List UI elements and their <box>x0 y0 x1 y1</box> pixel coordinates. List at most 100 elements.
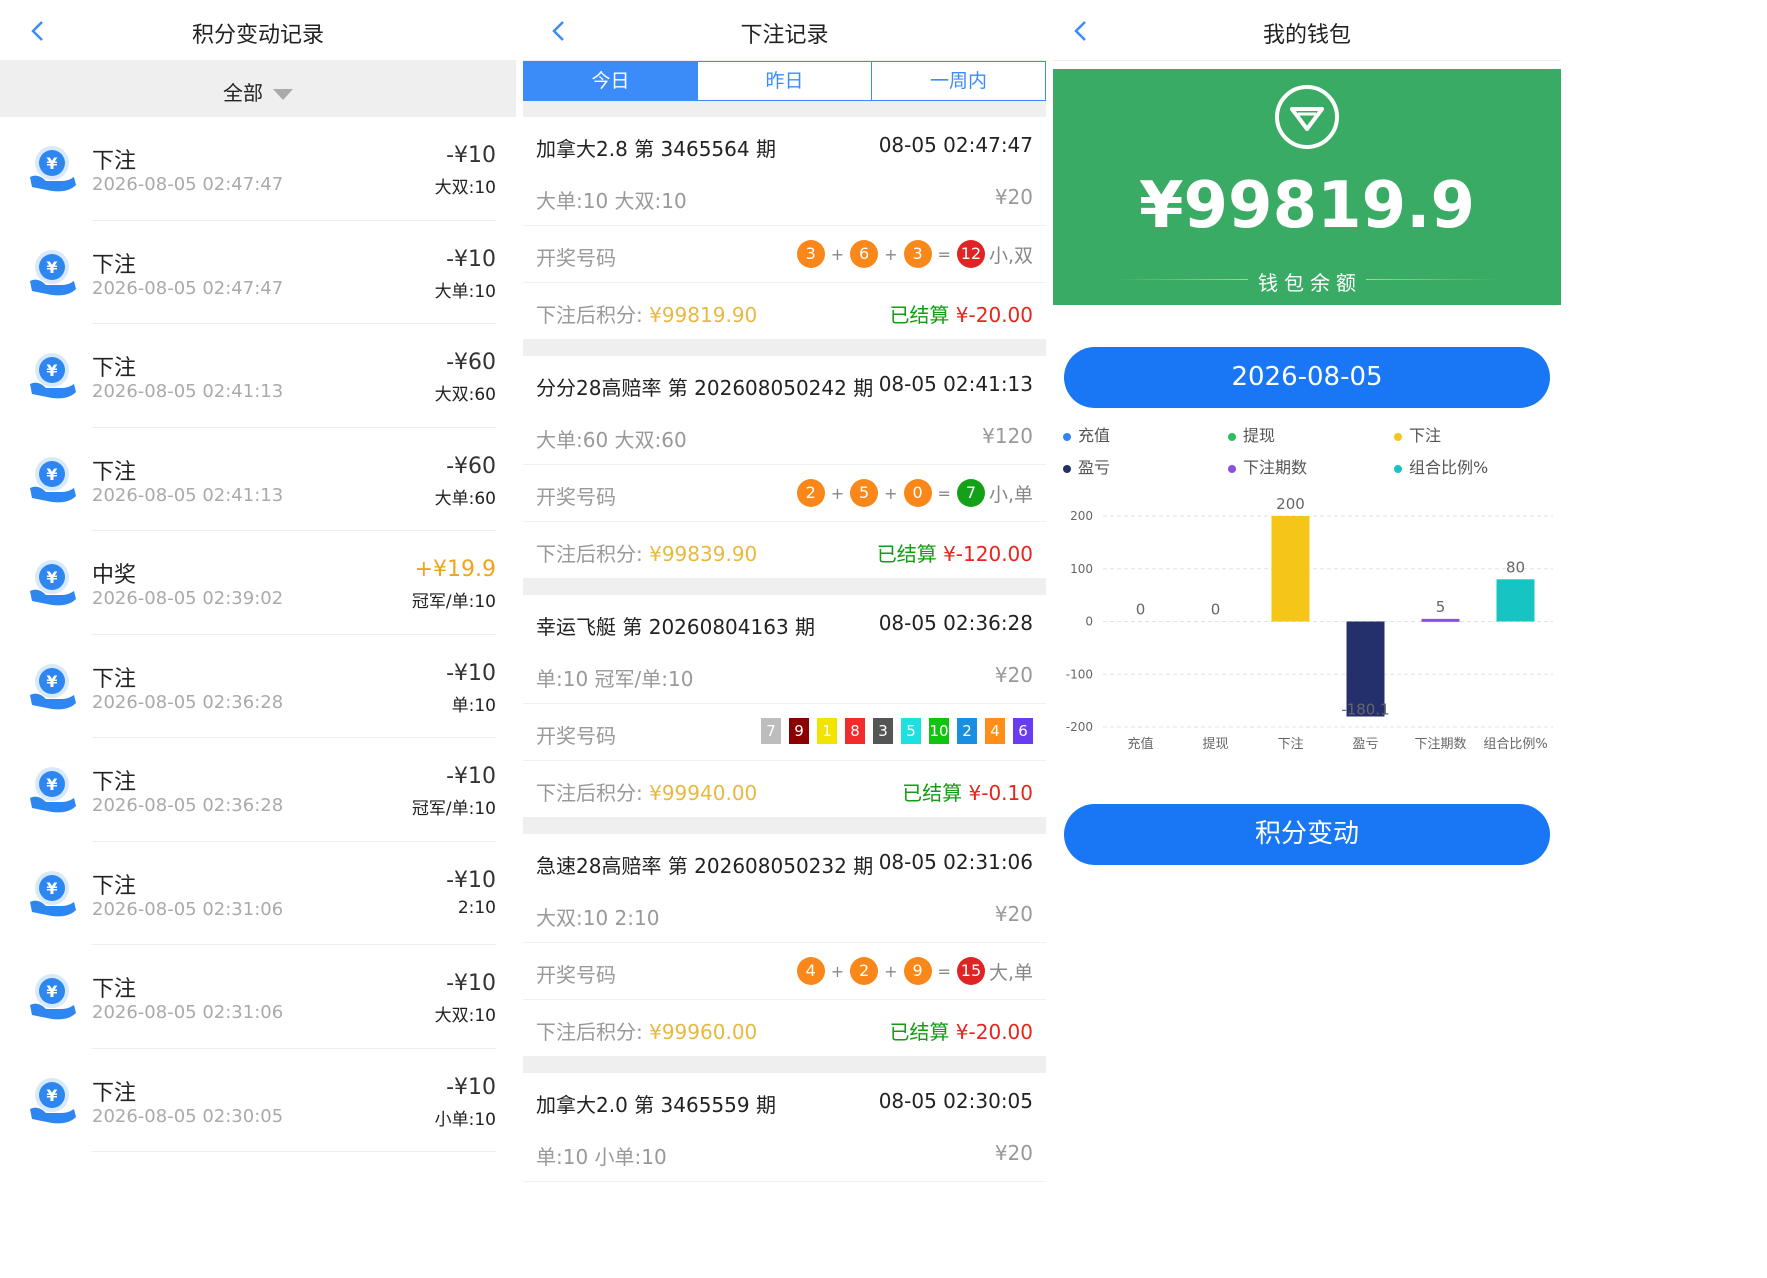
legend-label: 充值 <box>1078 426 1111 445</box>
date-picker-button[interactable]: 2026-08-05 <box>1064 347 1550 408</box>
bet-card[interactable]: 分分28高赔率 第 202608050242 期 08-05 02:41:13 大单… <box>523 356 1046 579</box>
legend-label: 下注期数 <box>1243 458 1308 477</box>
x-tick-label: 盈亏 <box>1352 737 1378 752</box>
hand-coin-icon: ¥ <box>28 454 78 506</box>
settle-amount: ¥-0.10 <box>968 781 1033 805</box>
settle-amount: ¥-20.00 <box>955 1020 1033 1044</box>
record-detail: 冠军/单:10 <box>411 592 496 612</box>
draw-result: 大,单 <box>988 961 1033 984</box>
number-ball: 9 <box>903 957 932 985</box>
record-amount: -¥60 <box>446 350 496 375</box>
record-title: 中奖 <box>92 563 137 588</box>
page-title: 积分变动记录 <box>191 23 324 48</box>
record-amount: -¥10 <box>446 246 496 272</box>
bet-stake: ¥120 <box>982 424 1033 448</box>
bet-card[interactable]: 加拿大2.8 第 3465564 期 08-05 02:47:47 大单:10 大双… <box>523 117 1046 340</box>
wallet-panel: 我的钱包 ¥99819.9 钱包余额 2026-08-05 充值 提现 下注 盈亏 下注… <box>1053 0 1561 1278</box>
record-item[interactable]: ¥ 下注 2026-08-05 02:36:28 -¥10 冠军/单:10 <box>0 738 516 842</box>
record-detail: 大单:10 <box>434 281 496 302</box>
bet-time: 08-05 02:36:28 <box>878 611 1033 635</box>
draw-row: 开奖号码 7 9 1 8 3 5 10 2 4 6 <box>523 704 1046 761</box>
number-square: 6 <box>1013 718 1033 744</box>
draw-row: 开奖号码 3 +6 +3 = 12 小,双 <box>523 226 1046 283</box>
bet-name: 幸运飞艇 第 20260804163 期 <box>536 615 816 639</box>
data-label: 200 <box>1276 495 1305 513</box>
record-amount: -¥10 <box>446 764 496 789</box>
record-amount: -¥10 <box>446 143 496 168</box>
after-balance: 下注后积分: ¥99960.00 <box>536 1016 757 1045</box>
after-label: 下注后积分: <box>536 303 650 327</box>
settle-amount: ¥-20.00 <box>955 303 1033 327</box>
record-title: 下注 <box>92 873 137 899</box>
equals-sign: = <box>937 961 951 981</box>
divider <box>523 1057 1046 1073</box>
record-item[interactable]: ¥ 下注 2026-08-05 02:47:47 -¥10 大单:10 <box>0 221 516 324</box>
draw-result: 小,单 <box>988 483 1033 506</box>
record-item[interactable]: ¥ 下注 2026-08-05 02:30:05 -¥10 小单:10 <box>0 1049 516 1152</box>
tab-2[interactable]: 一周内 <box>872 62 1045 100</box>
legend-label: 盈亏 <box>1078 458 1111 477</box>
bet-card[interactable]: 加拿大2.0 第 3465559 期 08-05 02:30:05 单:10 小单:… <box>523 1073 1046 1182</box>
record-item[interactable]: ¥ 下注 2026-08-05 02:31:06 -¥10 大双:10 <box>0 945 516 1049</box>
record-amount: -¥10 <box>446 867 496 893</box>
bet-detail-row: 大单:60 大双:60 ¥120 <box>523 408 1046 465</box>
hand-coin-icon: ¥ <box>28 1075 78 1127</box>
draw-row: 开奖号码 2 +5 +0 = 7 小,单 <box>523 465 1046 522</box>
settle-amount: ¥-120.00 <box>943 542 1033 566</box>
data-label: 5 <box>1436 598 1446 616</box>
bet-card[interactable]: 幸运飞艇 第 20260804163 期 08-05 02:36:28 单:10 冠… <box>523 595 1046 818</box>
tab-1[interactable]: 昨日 <box>698 62 872 100</box>
date-tabs: 今日 昨日 一周内 <box>523 61 1046 101</box>
record-item[interactable]: ¥ 下注 2026-08-05 02:31:06 -¥10 2:10 <box>0 842 516 945</box>
record-detail: 小单:10 <box>434 1109 496 1130</box>
svg-text:¥: ¥ <box>46 1086 57 1105</box>
draw-row: 开奖号码 4 +2 +9 = 15 大,单 <box>523 943 1046 1000</box>
sum-ball: 12 <box>956 240 985 268</box>
after-value: ¥99839.90 <box>649 542 758 566</box>
summary-bar-chart: 200 100 0 -100 -200 0 充值 0 提现 200 下注 -180.1 盈亏 5 下注期数 8… <box>1066 495 1553 752</box>
bet-card[interactable]: 急速28高赔率 第 202608050232 期 08-05 02:31:06 大双… <box>523 834 1046 1057</box>
settle-status: 已结算 ¥-0.10 <box>902 777 1033 806</box>
balance-label: 钱包余额 <box>1053 267 1561 296</box>
record-item[interactable]: ¥ 中奖 2026-08-05 02:39:02 +¥19.9 冠军/单:10 <box>0 531 516 635</box>
bet-detail: 大单:10 大双:10 <box>536 189 687 213</box>
balance-row: 下注后积分: ¥99819.90 已结算 ¥-20.00 <box>523 283 1046 340</box>
record-item[interactable]: ¥ 下注 2026-08-05 02:41:13 -¥60 大单:60 <box>0 428 516 531</box>
draw-label: 开奖号码 <box>536 963 616 987</box>
legend-dot <box>1394 432 1402 441</box>
page-title: 我的钱包 <box>1262 23 1351 48</box>
after-value: ¥99940.00 <box>649 781 758 805</box>
hand-coin-icon: ¥ <box>28 143 78 195</box>
tab-0[interactable]: 今日 <box>524 62 698 100</box>
record-item[interactable]: ¥ 下注 2026-08-05 02:36:28 -¥10 单:10 <box>0 635 516 738</box>
bet-detail-row: 单:10 小单:10 ¥20 <box>523 1125 1046 1182</box>
record-time: 2026-08-05 02:47:47 <box>92 277 284 299</box>
record-item[interactable]: ¥ 下注 2026-08-05 02:41:13 -¥60 大双:60 <box>0 324 516 428</box>
number-square: 7 <box>761 718 781 744</box>
svg-text:¥: ¥ <box>46 361 57 380</box>
hand-coin-icon: ¥ <box>28 350 78 402</box>
points-change-button[interactable]: 积分变动 <box>1064 804 1550 865</box>
y-tick-label: -100 <box>1066 667 1093 681</box>
record-time: 2026-08-05 02:36:28 <box>92 691 284 713</box>
record-title: 下注 <box>92 252 137 278</box>
header: 下注记录 <box>523 0 1046 61</box>
settle-status: 已结算 ¥-20.00 <box>889 1016 1033 1045</box>
data-label: 0 <box>1136 601 1146 619</box>
svg-text:¥: ¥ <box>46 672 57 691</box>
after-label: 下注后积分: <box>536 1020 650 1044</box>
number-ball: 5 <box>850 479 879 507</box>
bet-name: 急速28高赔率 第 202608050232 期 <box>536 854 874 878</box>
draw-numbers: 3 +6 +3 = 12 小,双 <box>796 240 1033 268</box>
balance-amount: ¥99819.9 <box>1138 169 1476 243</box>
page-title: 下注记录 <box>740 23 829 48</box>
divider <box>92 1151 496 1152</box>
filter-dropdown[interactable]: 全部 <box>0 61 516 117</box>
settled-label: 已结算 <box>889 1020 956 1044</box>
plus-sign: + <box>884 961 898 981</box>
divider <box>523 579 1046 595</box>
record-item[interactable]: ¥ 下注 2026-08-05 02:47:47 -¥10 大双:10 <box>0 117 516 221</box>
number-square: 9 <box>789 718 809 744</box>
bet-detail-row: 大单:10 大双:10 ¥20 <box>523 169 1046 226</box>
svg-text:¥: ¥ <box>46 154 57 173</box>
